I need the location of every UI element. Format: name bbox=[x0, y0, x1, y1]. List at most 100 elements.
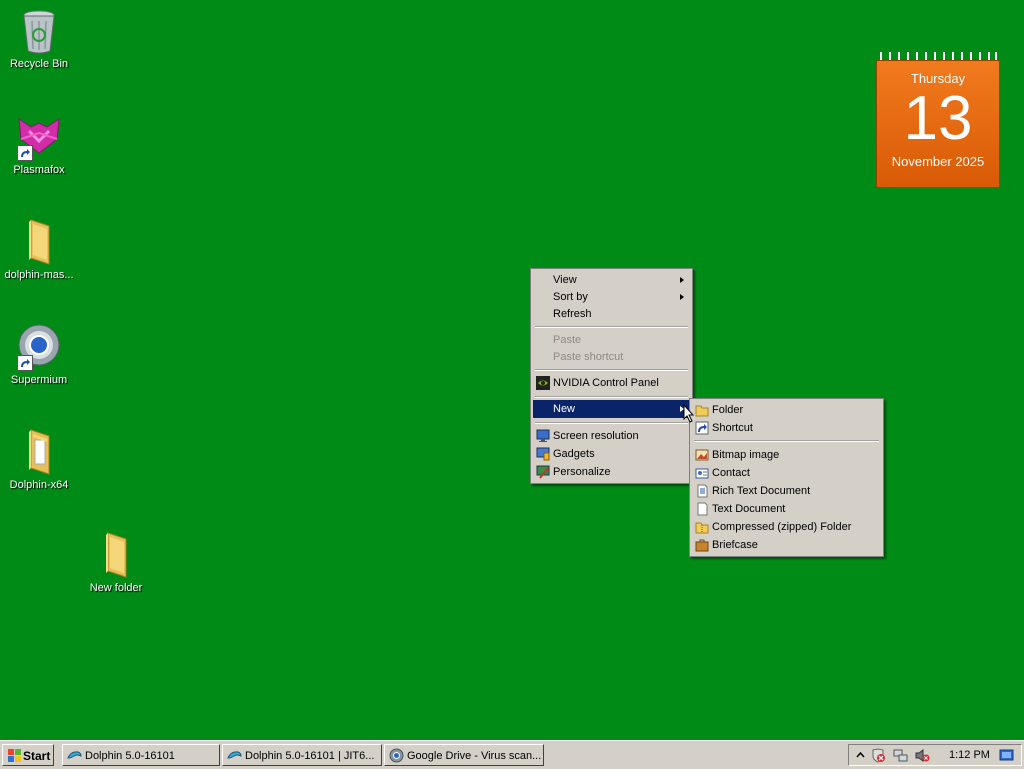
rtf-icon bbox=[697, 484, 708, 498]
submenu-item-folder[interactable]: Folder bbox=[692, 401, 881, 419]
show-hidden-icons-icon[interactable] bbox=[853, 748, 868, 763]
folder-icon bbox=[92, 531, 140, 579]
calendar-card: Thursday 13 November 2025 bbox=[876, 60, 1000, 188]
submenu-item-text-document[interactable]: Text Document bbox=[692, 500, 881, 518]
submenu-item-rich-text-document[interactable]: Rich Text Document bbox=[692, 482, 881, 500]
windows-logo-icon bbox=[8, 749, 21, 762]
desktop-icon-new-folder[interactable]: New folder bbox=[78, 531, 154, 594]
menu-item-label: NVIDIA Control Panel bbox=[553, 377, 659, 389]
desktop-icon-label: dolphin-mas... bbox=[4, 269, 74, 281]
shortcut-arrow-icon bbox=[17, 145, 33, 161]
menu-item-label: Gadgets bbox=[553, 448, 595, 460]
new-submenu: Folder Shortcut Bitmap image Contact Ric… bbox=[689, 398, 884, 557]
menu-item-label: Folder bbox=[712, 404, 744, 416]
bitmap-icon bbox=[695, 449, 709, 461]
security-alert-icon[interactable] bbox=[871, 748, 886, 763]
menu-item-label: Shortcut bbox=[712, 422, 753, 434]
desktop-icon-dolphin-master[interactable]: dolphin-mas... bbox=[1, 218, 77, 281]
desktop-context-menu: View Sort by Refresh Paste Paste shortcu… bbox=[530, 268, 693, 484]
menu-item-label: Briefcase bbox=[712, 539, 758, 551]
desktop-icon-plasmafox[interactable]: Plasmafox bbox=[1, 113, 77, 176]
menu-item-label: Text Document bbox=[712, 503, 786, 515]
personalize-icon bbox=[536, 465, 550, 479]
recycle-bin-icon bbox=[15, 7, 63, 55]
plasmafox-icon bbox=[15, 113, 63, 161]
start-button[interactable]: Start bbox=[2, 744, 54, 766]
desktop-icon-label: Dolphin-x64 bbox=[9, 479, 69, 491]
menu-item-personalize[interactable]: Personalize bbox=[533, 463, 690, 481]
menu-item-gadgets[interactable]: Gadgets bbox=[533, 445, 690, 463]
dolphin-icon bbox=[67, 751, 82, 759]
desktop-icon-label: New folder bbox=[89, 582, 143, 594]
taskbar-button-label: Dolphin 5.0-16101 | JIT6... bbox=[245, 750, 375, 762]
nvidia-icon bbox=[536, 376, 550, 390]
menu-item-screen-resolution[interactable]: Screen resolution bbox=[533, 427, 690, 445]
zip-folder-icon bbox=[695, 522, 709, 534]
menu-item-paste-shortcut[interactable]: Paste shortcut bbox=[533, 348, 690, 366]
submenu-item-contact[interactable]: Contact bbox=[692, 464, 881, 482]
menu-separator bbox=[535, 422, 688, 424]
desktop-icon-label: Supermium bbox=[10, 374, 68, 386]
menu-item-label: Paste shortcut bbox=[553, 351, 624, 363]
dolphin-icon bbox=[227, 751, 242, 759]
taskbar-button-label: Dolphin 5.0-16101 bbox=[85, 750, 175, 762]
submenu-item-bitmap-image[interactable]: Bitmap image bbox=[692, 446, 881, 464]
volume-muted-icon[interactable] bbox=[915, 748, 930, 763]
menu-item-view[interactable]: View bbox=[533, 271, 690, 289]
desktop-icon-recycle-bin[interactable]: Recycle Bin bbox=[1, 7, 77, 70]
menu-separator bbox=[535, 369, 688, 371]
menu-item-label: Refresh bbox=[553, 308, 592, 320]
calendar-month-year: November 2025 bbox=[891, 154, 985, 169]
menu-item-refresh[interactable]: Refresh bbox=[533, 305, 690, 323]
menu-item-paste[interactable]: Paste bbox=[533, 331, 690, 349]
network-icon[interactable] bbox=[893, 748, 908, 763]
menu-item-new[interactable]: New bbox=[533, 400, 690, 418]
submenu-item-briefcase[interactable]: Briefcase bbox=[692, 536, 881, 554]
desktop-icon-label: Recycle Bin bbox=[9, 58, 69, 70]
menu-item-label: Bitmap image bbox=[712, 449, 780, 461]
start-label: Start bbox=[23, 749, 51, 763]
system-tray: 1:12 PM bbox=[848, 744, 1022, 766]
menu-separator bbox=[694, 440, 879, 442]
menu-separator bbox=[535, 396, 688, 398]
menu-item-label: Paste bbox=[553, 334, 582, 346]
taskbar-button-label: Google Drive - Virus scan... bbox=[407, 750, 542, 762]
briefcase-icon bbox=[695, 539, 709, 552]
folder-icon bbox=[15, 428, 63, 476]
menu-item-nvidia-control-panel[interactable]: NVIDIA Control Panel bbox=[533, 374, 690, 392]
shortcut-icon bbox=[695, 421, 709, 435]
mouse-cursor-icon bbox=[683, 404, 695, 423]
calendar-day-number: 13 bbox=[903, 84, 973, 153]
supermium-icon bbox=[15, 323, 63, 371]
calendar-gadget[interactable]: Thursday 13 November 2025 bbox=[876, 52, 1000, 188]
taskbar-clock[interactable]: 1:12 PM bbox=[949, 745, 990, 765]
menu-item-sort-by[interactable]: Sort by bbox=[533, 288, 690, 306]
submenu-item-compressed-zipped-folder[interactable]: Compressed (zipped) Folder bbox=[692, 518, 881, 536]
folder-icon bbox=[695, 405, 709, 417]
display-icon bbox=[536, 429, 550, 442]
folder-icon bbox=[15, 218, 63, 266]
taskbar-button-google-drive[interactable]: Google Drive - Virus scan... bbox=[384, 744, 544, 766]
gadgets-icon bbox=[536, 447, 550, 461]
submenu-arrow-icon bbox=[680, 277, 684, 283]
show-desktop-icon[interactable] bbox=[999, 748, 1014, 763]
desktop-icon-label: Plasmafox bbox=[13, 164, 65, 176]
chromium-icon bbox=[389, 748, 404, 763]
menu-item-label: Compressed (zipped) Folder bbox=[712, 521, 852, 533]
menu-separator bbox=[535, 326, 688, 328]
desktop-icon-supermium[interactable]: Supermium bbox=[1, 323, 77, 386]
menu-item-label: Rich Text Document bbox=[712, 485, 811, 497]
submenu-item-shortcut[interactable]: Shortcut bbox=[692, 419, 881, 437]
menu-item-label: Screen resolution bbox=[553, 430, 639, 442]
menu-item-label: Sort by bbox=[553, 291, 588, 303]
taskbar: Start Dolphin 5.0-16101 Dolphin 5.0-1610… bbox=[0, 740, 1024, 769]
menu-item-label: Personalize bbox=[553, 466, 611, 478]
taskbar-button-dolphin-jit[interactable]: Dolphin 5.0-16101 | JIT6... bbox=[222, 744, 382, 766]
taskbar-button-dolphin[interactable]: Dolphin 5.0-16101 bbox=[62, 744, 220, 766]
text-document-icon bbox=[697, 502, 708, 516]
submenu-arrow-icon bbox=[680, 294, 684, 300]
menu-item-label: New bbox=[553, 403, 576, 415]
menu-item-label: View bbox=[553, 274, 577, 286]
contact-icon bbox=[695, 468, 709, 479]
desktop-icon-dolphin-x64[interactable]: Dolphin-x64 bbox=[1, 428, 77, 491]
